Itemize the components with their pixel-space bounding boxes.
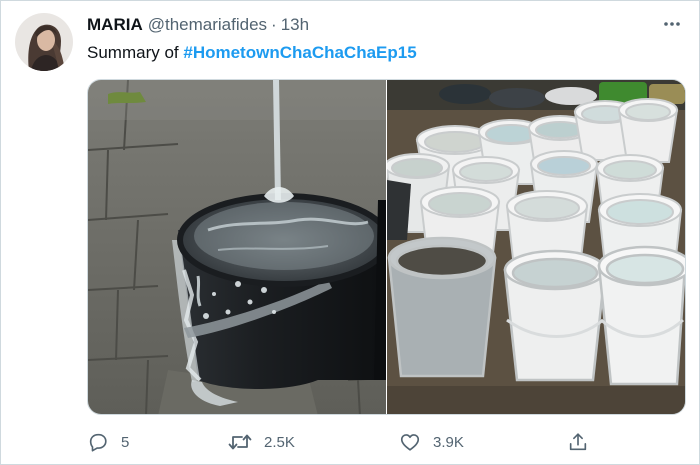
share-button[interactable] xyxy=(567,427,589,457)
separator-dot: · xyxy=(271,15,277,34)
reply-button[interactable]: 5 xyxy=(87,427,129,457)
reply-count: 5 xyxy=(121,433,130,451)
like-button[interactable]: 3.9K xyxy=(399,427,464,457)
retweet-count: 2.5K xyxy=(264,433,295,451)
user-handle[interactable]: @themariafides xyxy=(148,15,267,35)
tweet-header: MARIA @themariafides · 13h xyxy=(87,13,309,37)
reply-bubble-icon xyxy=(89,433,107,452)
media-photo-overflowing-bucket[interactable] xyxy=(88,80,386,414)
retweet-icon xyxy=(228,434,252,450)
avatar-image xyxy=(15,13,73,71)
share-upload-icon xyxy=(569,433,587,451)
timestamp[interactable]: 13h xyxy=(281,15,309,35)
tweet-actions: 5 2.5K 3.9K xyxy=(87,427,597,457)
tweet-card[interactable]: MARIA @themariafides · 13h Summary of #H… xyxy=(0,0,700,465)
heart-icon xyxy=(400,434,420,451)
retweet-button[interactable]: 2.5K xyxy=(228,427,295,457)
like-count: 3.9K xyxy=(433,433,464,451)
more-horizontal-icon xyxy=(664,22,680,26)
avatar[interactable] xyxy=(15,13,73,71)
display-name[interactable]: MARIA xyxy=(87,15,143,35)
more-options-button[interactable] xyxy=(659,13,685,35)
tweet-media xyxy=(87,79,686,415)
overflowing-bucket-photo xyxy=(88,80,386,414)
tweet-text-prefix: Summary of xyxy=(87,43,184,62)
tweet-text: Summary of #HometownChaChaChaEp15 xyxy=(87,42,417,64)
media-photo-buckets-of-water[interactable] xyxy=(387,80,685,414)
hashtag-link[interactable]: #HometownChaChaChaEp15 xyxy=(183,43,416,62)
water-buckets-photo xyxy=(387,80,685,414)
